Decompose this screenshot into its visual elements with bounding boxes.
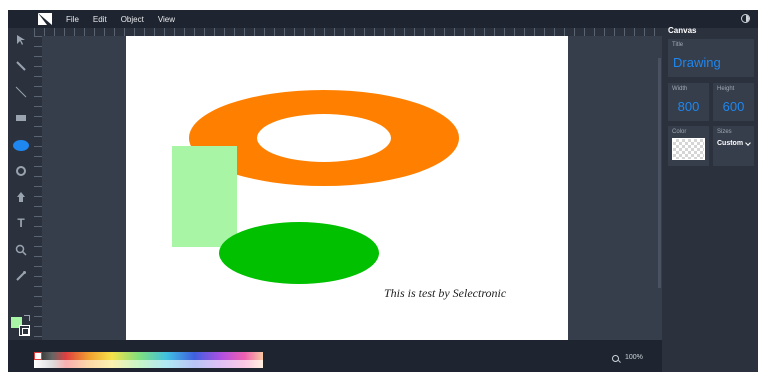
select-icon[interactable] (13, 32, 29, 48)
title-label: Title (672, 42, 684, 48)
menu-edit[interactable]: Edit (93, 15, 107, 24)
canvas-text[interactable]: This is test by Selectronic (384, 286, 506, 301)
width-field[interactable]: Width 800 (668, 83, 709, 121)
zoom-icon[interactable] (612, 355, 619, 362)
color-field[interactable]: Color (668, 126, 709, 166)
chevron-down-icon[interactable] (745, 140, 751, 146)
editor-window: File Edit Object View T This is test by … (8, 10, 758, 372)
title-value[interactable]: Drawing (673, 55, 721, 70)
width-value[interactable]: 800 (668, 99, 709, 114)
logo-icon[interactable] (38, 13, 52, 25)
height-label: Height (717, 86, 735, 92)
theme-toggle-icon[interactable] (741, 14, 750, 23)
green-rectangle-shape[interactable] (172, 146, 237, 247)
sizes-select[interactable]: Custom (717, 140, 743, 147)
pencil-icon[interactable] (13, 58, 29, 74)
rectangle-icon[interactable] (13, 110, 29, 126)
workspace[interactable]: This is test by Selectronic (34, 28, 662, 340)
sizes-label: Sizes (717, 129, 732, 135)
stroke-color-swatch[interactable] (19, 325, 30, 336)
no-color-swatch[interactable] (34, 352, 42, 360)
text-icon[interactable]: T (13, 215, 29, 231)
swap-colors-icon[interactable] (24, 315, 30, 321)
circle-icon[interactable] (13, 163, 29, 179)
vertical-scrollbar[interactable] (658, 58, 661, 288)
zoom-tool-icon[interactable] (13, 242, 29, 258)
vertical-ruler (34, 36, 42, 340)
menu-file[interactable]: File (66, 15, 79, 24)
bottom-bar: 100% (8, 340, 662, 372)
menu-object[interactable]: Object (121, 15, 144, 24)
width-label: Width (672, 86, 688, 92)
height-value[interactable]: 600 (713, 99, 754, 114)
eyedropper-icon[interactable] (13, 268, 29, 284)
color-label: Color (672, 129, 687, 135)
drawing-canvas[interactable]: This is test by Selectronic (126, 36, 568, 340)
color-palette[interactable] (34, 352, 263, 368)
zoom-level[interactable]: 100% (625, 354, 643, 361)
panel-heading: Canvas (668, 26, 697, 35)
horizontal-ruler (34, 28, 662, 36)
title-field[interactable]: Title Drawing (668, 39, 754, 77)
properties-panel: Canvas Title Drawing Width 800 Height 60… (662, 26, 758, 372)
path-icon[interactable] (13, 189, 29, 205)
menu-view[interactable]: View (158, 15, 175, 24)
green-ellipse-shape[interactable] (219, 222, 379, 284)
transparent-color-swatch[interactable] (672, 138, 705, 160)
sizes-field[interactable]: Sizes Custom (713, 126, 754, 166)
line-icon[interactable] (13, 84, 29, 100)
tool-palette: T (8, 28, 34, 340)
menu-bar: File Edit Object View (8, 10, 758, 28)
height-field[interactable]: Height 600 (713, 83, 754, 121)
ellipse-icon[interactable] (13, 137, 29, 153)
